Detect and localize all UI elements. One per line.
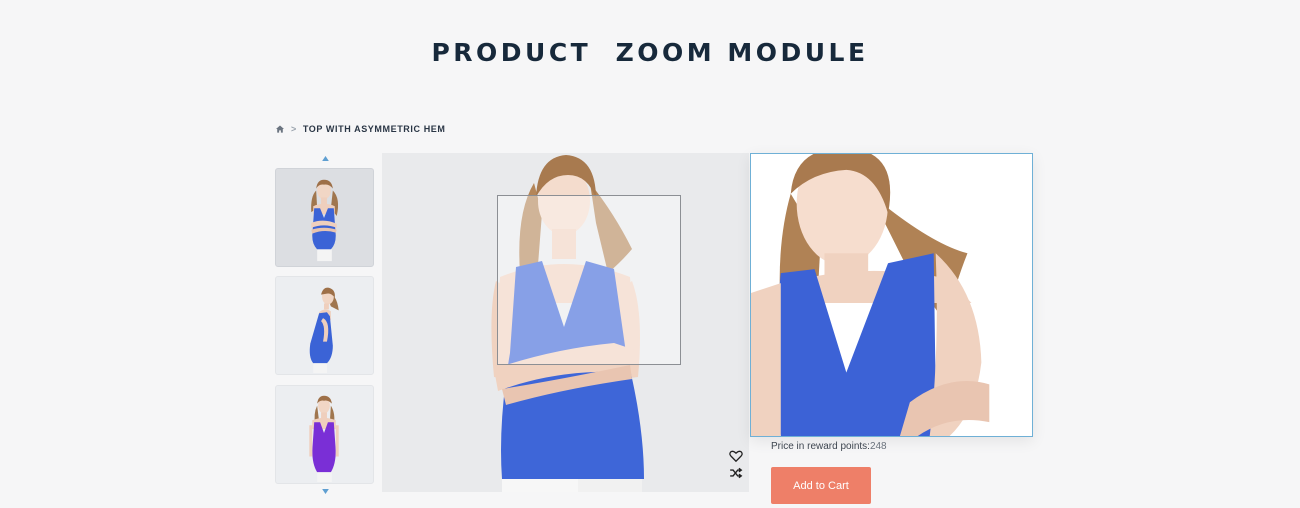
triangle-up-icon xyxy=(321,155,329,161)
thumb-image-3 xyxy=(309,395,339,483)
thumbnail-1[interactable] xyxy=(275,168,374,267)
heart-icon xyxy=(729,450,743,463)
reward-points: Price in reward points:248 xyxy=(771,441,887,452)
shuffle-icon xyxy=(730,467,743,479)
zoomed-image xyxy=(751,154,1032,436)
thumbnail-2[interactable] xyxy=(275,276,374,375)
breadcrumb-current: TOP WITH ASYMMETRIC HEM xyxy=(302,124,446,134)
thumbnail-3[interactable] xyxy=(275,385,374,484)
thumb-top-3 xyxy=(312,422,336,473)
reward-points-value: 248 xyxy=(869,441,887,452)
main-product-image[interactable] xyxy=(382,153,749,492)
breadcrumb: > TOP WITH ASYMMETRIC HEM xyxy=(275,124,446,134)
add-to-compare-button[interactable] xyxy=(729,466,743,480)
page-title: PRODUCT ZOOM MODULE xyxy=(431,38,869,67)
thumbnail-scroll-up-button[interactable] xyxy=(319,154,331,162)
breadcrumb-separator: > xyxy=(291,124,297,134)
zoom-lens[interactable] xyxy=(497,195,681,365)
add-to-cart-button[interactable]: Add to Cart xyxy=(771,467,871,504)
add-to-wishlist-button[interactable] xyxy=(729,449,743,463)
thumb-top-2 xyxy=(309,312,333,364)
thumbnail-scroll-down-button[interactable] xyxy=(319,487,331,495)
reward-points-label: Price in reward points: xyxy=(771,441,870,452)
triangle-down-icon xyxy=(321,488,329,494)
zoom-preview-window xyxy=(750,153,1033,437)
thumb-image-2 xyxy=(309,287,339,374)
thumb-image-1 xyxy=(311,179,339,262)
home-icon[interactable] xyxy=(275,124,285,134)
